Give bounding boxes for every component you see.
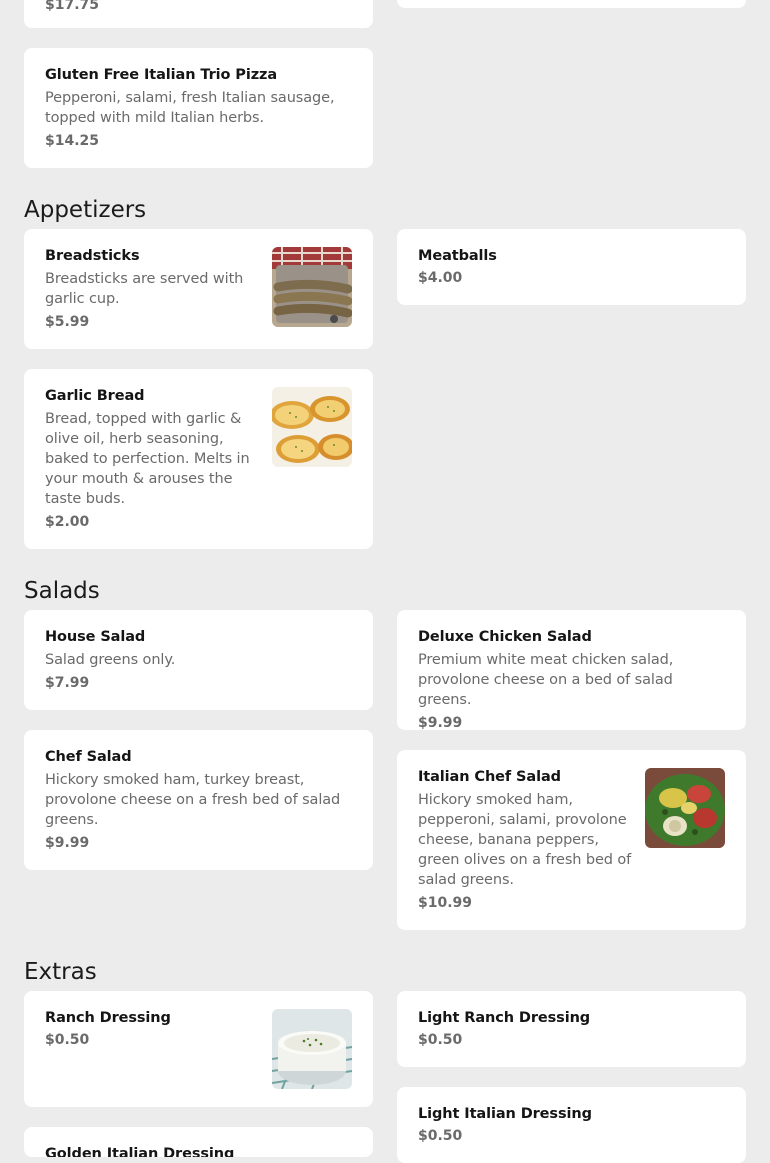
item-description: Hickory smoked ham, pepperoni, salami, p… [418,792,632,888]
item-price: $14.25 [45,133,100,149]
item-description: Hickory smoked ham, turkey breast, provo… [45,772,341,828]
item-name: House Salad [45,629,146,645]
item-price: $0.50 [418,1032,463,1048]
breadsticks-image [272,247,352,327]
item-name: Breadsticks [45,248,140,264]
item-description: Pepperoni, salami, fresh Italian sausage… [45,90,335,126]
menu-item-light-italian-dressing[interactable]: Light Italian Dressing $0.50 [397,1087,746,1163]
item-price: $10.99 [418,895,473,911]
menu-item-light-ranch-dressing[interactable]: Light Ranch Dressing $0.50 [397,991,746,1067]
menu-item-garlic-bread[interactable]: Garlic Bread Bread, topped with garlic &… [24,369,373,549]
section-title-appetizers: Appetizers [24,197,147,223]
item-price: $9.99 [45,835,90,851]
item-description: Salad greens only. [45,652,176,668]
item-name: Ranch Dressing [45,1010,171,1026]
item-description: Premium white meat chicken salad, provol… [418,652,674,708]
menu-item-gluten-free-italian-trio-pizza[interactable]: Gluten Free Italian Trio Pizza Pepperoni… [24,48,373,168]
italian-chef-salad-image [645,768,725,848]
item-price: $7.99 [45,675,90,691]
item-name: Garlic Bread [45,388,145,404]
item-price: $5.99 [45,314,90,330]
item-name: Golden Italian Dressing [45,1146,235,1157]
item-name: Deluxe Chicken Salad [418,629,592,645]
menu-item-deluxe-chicken-salad[interactable]: Deluxe Chicken Salad Premium white meat … [397,610,746,731]
menu-item-ranch-dressing[interactable]: Ranch Dressing $0.50 [24,991,373,1107]
menu-item-golden-italian-dressing[interactable]: Golden Italian Dressing [24,1127,373,1157]
item-name: Light Ranch Dressing [418,1010,591,1026]
item-price: $2.00 [45,514,90,530]
item-name: Light Italian Dressing [418,1106,592,1122]
item-name: Italian Chef Salad [418,769,561,785]
menu-item-meatballs[interactable]: Meatballs $4.00 [397,229,746,305]
menu-item-italian-chef-salad[interactable]: Italian Chef Salad Hickory smoked ham, p… [397,750,746,930]
item-price: $0.50 [418,1128,463,1144]
menu-item-house-salad[interactable]: House Salad Salad greens only. $7.99 [24,610,373,710]
item-name: Chef Salad [45,749,132,765]
garlic-bread-image [272,387,352,467]
item-name: Gluten Free Italian Trio Pizza [45,67,278,83]
item-price: $4.00 [418,270,463,286]
item-description: Bread, topped with garlic & olive oil, h… [45,411,250,507]
menu-item-chef-salad[interactable]: Chef Salad Hickory smoked ham, turkey br… [24,730,373,870]
item-description: Breadsticks are served with garlic cup. [45,271,244,307]
item-price: $17.75 [45,0,100,13]
section-title-salads: Salads [24,578,100,604]
section-title-extras: Extras [24,959,97,985]
item-price: $9.99 [418,715,463,731]
menu-item-card-partial[interactable] [397,0,746,8]
item-name: Meatballs [418,248,497,264]
menu-item-card-partial[interactable]: $17.75 [24,0,373,28]
menu-item-breadsticks[interactable]: Breadsticks Breadsticks are served with … [24,229,373,349]
item-price: $0.50 [45,1032,90,1048]
ranch-dressing-image [272,1009,352,1089]
